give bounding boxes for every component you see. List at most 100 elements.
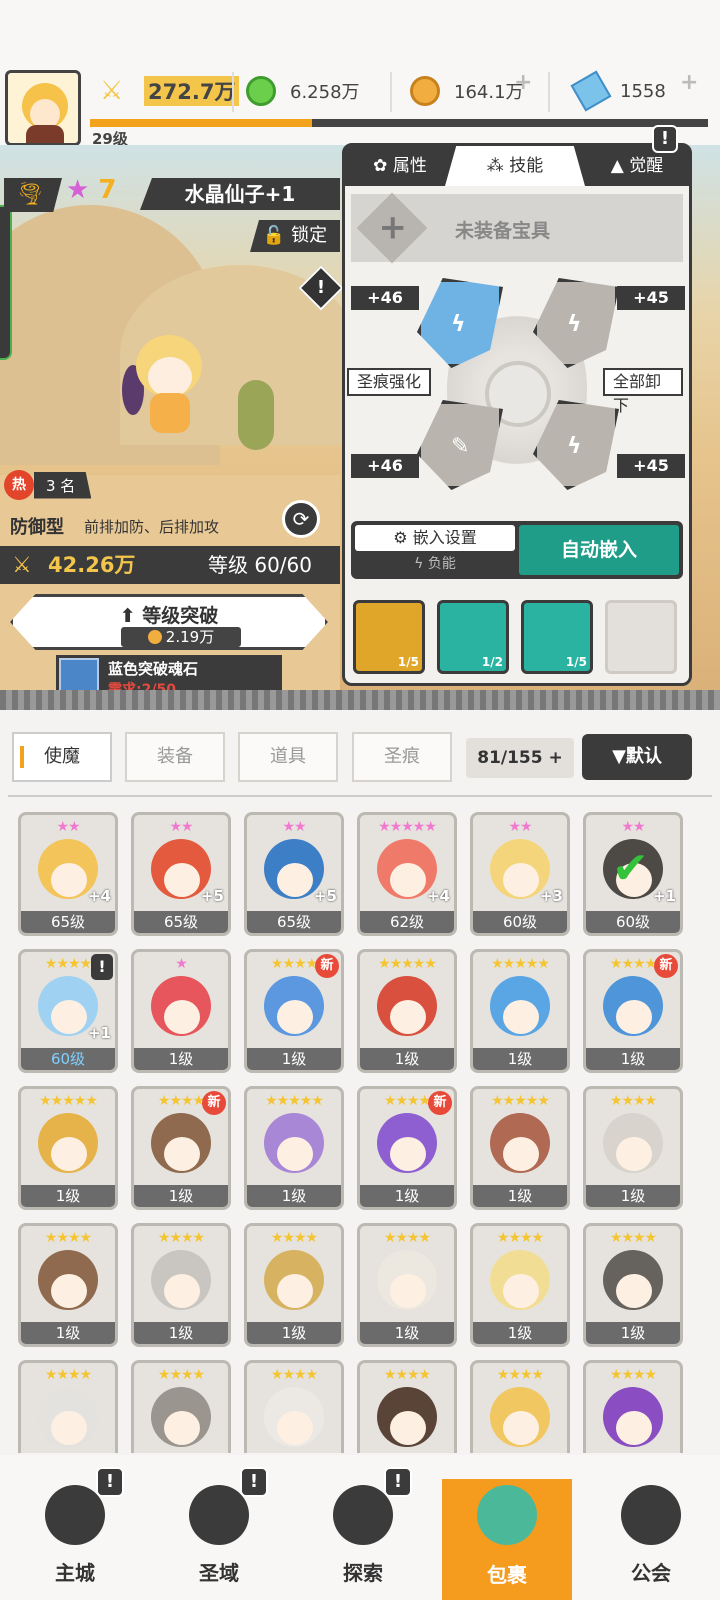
familiar-card[interactable]: ★★★★: [131, 1360, 231, 1453]
alert-icon: !: [240, 1467, 268, 1497]
breakthrough-button[interactable]: ⬆ 等级突破 2.19万: [10, 594, 328, 650]
tab-attributes[interactable]: ✿ 属性: [345, 146, 455, 186]
familiar-card[interactable]: ★★★★ 1级: [244, 1223, 344, 1347]
auto-embed-button[interactable]: 自动嵌入: [519, 525, 679, 575]
nav-vortex[interactable]: 圣域!: [154, 1455, 284, 1600]
resource-gold[interactable]: 164.1万: [410, 72, 524, 110]
unequip-all-button[interactable]: 全部卸下: [603, 368, 683, 415]
gold-coin-icon: [410, 76, 440, 106]
filter-tab-stigmata[interactable]: 圣痕: [352, 732, 452, 782]
familiar-card[interactable]: ★★★★: [18, 1360, 118, 1453]
familiar-level: 65级: [21, 911, 115, 933]
add-crystal-button[interactable]: +: [680, 70, 710, 100]
familiar-card[interactable]: ★★★★ 新 1级: [244, 949, 344, 1073]
familiar-card[interactable]: ★★ +5 65级: [244, 812, 344, 936]
familiar-card[interactable]: ★★★★: [583, 1360, 683, 1453]
familiar-card[interactable]: ★★★★ +1! 60级: [18, 949, 118, 1073]
familiar-card[interactable]: ★★ +3 60级: [470, 812, 570, 936]
filter-tab-familiar[interactable]: 使魔: [12, 732, 112, 782]
resource-value: 6.258万: [290, 82, 360, 103]
familiar-card[interactable]: ★★★★ 1级: [470, 1223, 570, 1347]
nav-bag[interactable]: 包裹: [442, 1479, 572, 1600]
grid-divider: [8, 795, 712, 803]
familiar-card[interactable]: ★★★★ 新 1级: [583, 949, 683, 1073]
top-bar: ⚔ 272.7万 6.258万 164.1万 + 1558 + 29级: [0, 0, 720, 148]
resource-crystal[interactable]: 1558: [570, 70, 666, 112]
familiar-card[interactable]: ★★★★★ 1级: [244, 1086, 344, 1210]
checkmark-icon: ✔: [612, 843, 649, 894]
nav-guild[interactable]: 公会: [586, 1455, 716, 1600]
familiar-level: 1级: [586, 1048, 680, 1070]
filter-tab-equipment[interactable]: 装备: [125, 732, 225, 782]
star-rating: ★★: [508, 819, 532, 835]
portrait-face: [390, 1000, 426, 1034]
star-rating: ★★★★: [496, 1230, 544, 1246]
refresh-button[interactable]: ⟳: [282, 500, 320, 538]
familiar-card[interactable]: ★★★★★ 1级: [357, 949, 457, 1073]
filter-tab-items[interactable]: 道具: [238, 732, 338, 782]
role-type: 防御型: [10, 517, 64, 538]
familiar-card[interactable]: ★★★★ 1级: [18, 1223, 118, 1347]
lock-button[interactable]: 🔓 锁定: [250, 220, 340, 252]
familiar-level: 65级: [134, 911, 228, 933]
empty-skill-slot[interactable]: [605, 600, 677, 674]
familiar-card[interactable]: ★★★★★ 1级: [470, 949, 570, 1073]
familiar-card[interactable]: ★★★★: [357, 1360, 457, 1453]
familiar-card[interactable]: ★★★★ 新 1级: [357, 1086, 457, 1210]
portrait-face: [616, 1137, 652, 1171]
enhance-badge: +1: [652, 887, 676, 905]
player-avatar[interactable]: [5, 70, 81, 146]
sort-button[interactable]: ▼默认: [582, 734, 692, 780]
side-drawer-tab[interactable]: [0, 205, 12, 360]
familiar-level: 1级: [247, 1185, 341, 1207]
treasure-slot[interactable]: + 未装备宝具: [351, 192, 683, 264]
familiar-card[interactable]: ★★★★★ 1级: [18, 1086, 118, 1210]
hero-power: 42.26万: [48, 553, 136, 577]
frost-fire-skill-slot[interactable]: 1/5: [353, 600, 425, 674]
shield-pierce-skill-slot[interactable]: 1/5: [521, 600, 593, 674]
hot-rank[interactable]: 热 3 名: [4, 470, 92, 500]
familiar-card[interactable]: ★★ +5 65级: [131, 812, 231, 936]
star-rating: ★★★★★: [378, 956, 437, 972]
nav-label: 探索: [343, 1561, 383, 1585]
familiar-card[interactable]: ★★ +1 ✔ 60级: [583, 812, 683, 936]
familiar-card[interactable]: ★ 1级: [131, 949, 231, 1073]
resource-green[interactable]: 6.258万: [246, 72, 360, 110]
hero-sprite[interactable]: [118, 335, 218, 445]
familiar-card[interactable]: ★★★★ 新 1级: [131, 1086, 231, 1210]
embed-settings-button[interactable]: ⚙ 嵌入设置: [355, 525, 515, 551]
arrow-up-skill-slot[interactable]: 1/2: [437, 600, 509, 674]
skill-progress: 1/5: [397, 655, 419, 669]
familiar-card[interactable]: ★★ +4 65级: [18, 812, 118, 936]
familiar-level: 60级: [586, 911, 680, 933]
alert-icon: !: [91, 954, 113, 980]
star-rating: ★★: [169, 819, 193, 835]
familiar-card[interactable]: ★★★★: [244, 1360, 344, 1453]
familiar-card[interactable]: ★★★★★ +4 62级: [357, 812, 457, 936]
familiar-level: 1级: [360, 1322, 454, 1344]
enhance-button[interactable]: 圣痕强化: [347, 368, 432, 396]
blade-icon: ✎: [451, 434, 470, 459]
familiar-card[interactable]: ★★★★★ 1级: [470, 1086, 570, 1210]
portrait-face: [616, 1411, 652, 1445]
portrait-face: [616, 1274, 652, 1308]
portrait-face: [164, 1137, 200, 1171]
familiar-card[interactable]: ★★★★ 1级: [583, 1086, 683, 1210]
familiar-level: 62级: [360, 911, 454, 933]
familiar-level: 1级: [134, 1185, 228, 1207]
star-rating: ★★★★: [270, 1230, 318, 1246]
inventory-count[interactable]: 81/155 +: [466, 738, 574, 778]
nav-castle[interactable]: 主城!: [10, 1455, 140, 1600]
tab-skills[interactable]: ⁂ 技能: [445, 146, 585, 186]
add-gold-button[interactable]: +: [514, 70, 544, 100]
nav-sword[interactable]: 探索!: [298, 1455, 428, 1600]
familiar-level: 60级: [473, 911, 567, 933]
familiar-card[interactable]: ★★★★ 1级: [357, 1223, 457, 1347]
familiar-card[interactable]: ★★★★ 1级: [583, 1223, 683, 1347]
familiar-card[interactable]: ★★★★ 1级: [131, 1223, 231, 1347]
cactus-decoration: [238, 380, 274, 450]
familiar-card[interactable]: ★★★★: [470, 1360, 570, 1453]
hero-power-bar: ⚔ 42.26万 等级 60/60: [0, 546, 340, 584]
fire-icon: 热: [4, 470, 34, 500]
familiar-level: 1级: [360, 1185, 454, 1207]
